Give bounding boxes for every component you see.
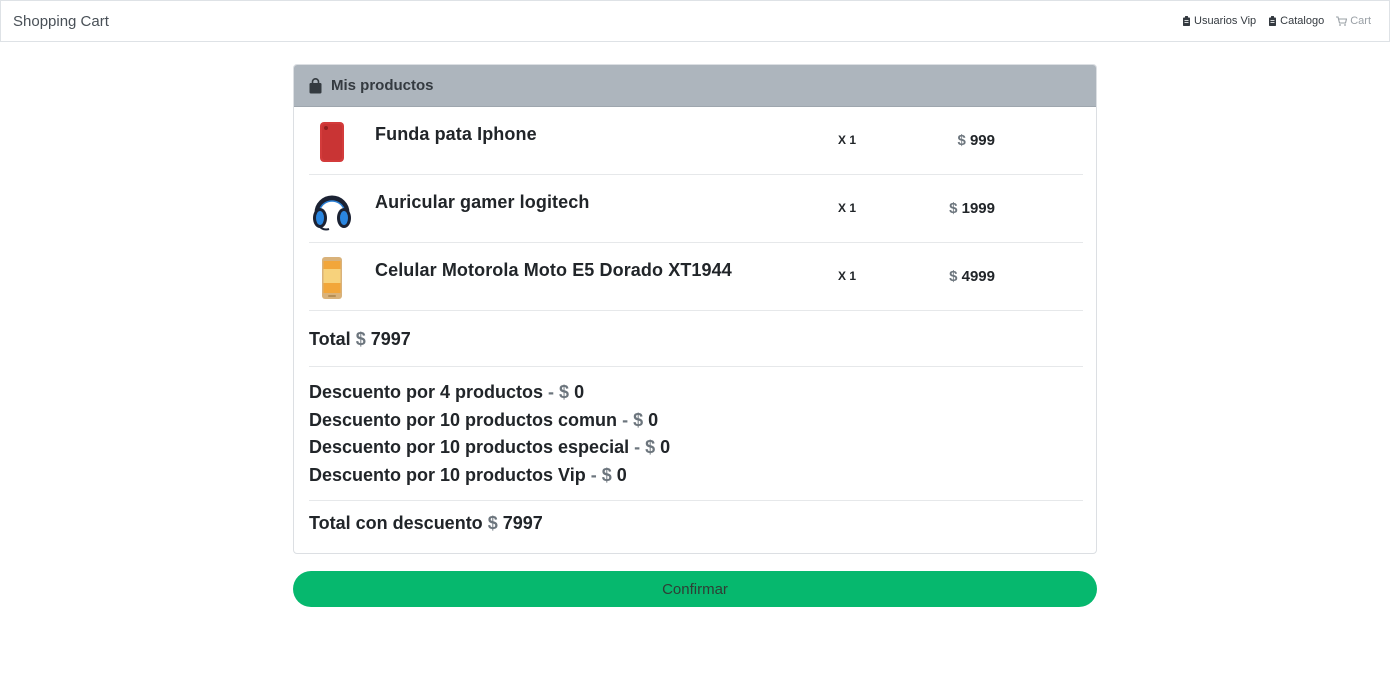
product-name: Funda pata Iphone	[375, 124, 537, 144]
nav-link-label: Cart	[1350, 15, 1371, 27]
red-phone-case-image	[320, 122, 344, 162]
product-price: $ 1999	[949, 200, 995, 217]
total-with-discount-section: Total con descuento $ 7997	[309, 501, 1083, 553]
currency-symbol: $	[957, 132, 966, 149]
product-price: $ 4999	[949, 268, 995, 285]
card-header: Mis productos	[294, 65, 1096, 107]
product-name: Auricular gamer logitech	[375, 192, 590, 212]
total-value: 7997	[370, 329, 411, 349]
gold-smartphone-image	[322, 257, 342, 299]
clipboard-icon	[1269, 16, 1277, 26]
discount-value: 0	[660, 437, 671, 457]
nav-link-label: Usuarios Vip	[1194, 15, 1257, 27]
discount-label: Descuento por 4 productos	[309, 382, 544, 402]
currency-symbol: $	[645, 437, 656, 457]
product-quantity: X 1	[838, 269, 857, 283]
currency-symbol: $	[601, 464, 612, 485]
currency-symbol: $	[559, 382, 570, 402]
discount-line: Descuento por 10 productos Vip - $ 0	[309, 462, 1083, 490]
nav-links: Usuarios Vip Catalogo Cart	[1182, 15, 1371, 27]
total-with-discount-value: 7997	[502, 513, 543, 533]
total-label: Total	[309, 329, 351, 349]
nav-link-usuarios-vip[interactable]: Usuarios Vip	[1182, 15, 1256, 27]
price-value: 4999	[961, 268, 995, 285]
cart-icon	[1336, 16, 1348, 26]
product-name: Celular Motorola Moto E5 Dorado XT1944	[375, 260, 732, 280]
total-with-discount-label: Total con descuento	[309, 513, 483, 533]
navbar: Shopping Cart Usuarios Vip Catalogo Cart	[0, 0, 1390, 42]
currency-symbol: $	[949, 200, 958, 217]
product-quantity: X 1	[838, 201, 857, 215]
currency-symbol: $	[355, 329, 366, 349]
discount-value: 0	[616, 464, 627, 485]
product-list: Funda pata Iphone X 1 $ 999 Auricular ga…	[309, 107, 1083, 311]
discount-value: 0	[574, 382, 585, 402]
shopping-bag-icon	[309, 77, 322, 93]
nav-link-catalogo[interactable]: Catalogo	[1268, 15, 1324, 27]
gaming-headset-image	[313, 195, 351, 231]
discount-value: 0	[648, 409, 659, 430]
discount-label: Descuento por 10 productos comun	[309, 409, 618, 430]
currency-symbol: $	[487, 513, 498, 533]
product-quantity: X 1	[838, 133, 857, 147]
discount-line: Descuento por 10 productos comun - $ 0	[309, 407, 1083, 435]
discount-separator: - $	[590, 464, 612, 485]
total-section: Total $ 7997	[309, 315, 1083, 367]
product-price: $ 999	[957, 132, 995, 149]
discount-separator: - $	[548, 382, 570, 402]
discount-line: Descuento por 4 productos - $ 0	[309, 379, 1083, 407]
nav-link-cart[interactable]: Cart	[1336, 15, 1371, 27]
total-with-discount-line: Total con descuento $ 7997	[309, 513, 543, 534]
currency-symbol: $	[949, 268, 958, 285]
product-row: Auricular gamer logitech X 1 $ 1999	[309, 175, 1083, 243]
confirm-button[interactable]: Confirmar	[293, 571, 1097, 607]
discount-separator: - $	[634, 437, 656, 457]
cart-card: Mis productos Funda pata Iphone X 1 $ 99…	[293, 64, 1097, 554]
clipboard-icon	[1183, 16, 1190, 26]
discount-line: Descuento por 10 productos especial - $ …	[309, 434, 1083, 462]
discounts-section: Descuento por 4 productos - $ 0 Descuent…	[309, 367, 1083, 501]
price-value: 999	[969, 132, 995, 149]
brand-link[interactable]: Shopping Cart	[13, 13, 109, 30]
currency-symbol: $	[633, 409, 644, 430]
discount-label: Descuento por 10 productos Vip	[309, 464, 586, 485]
price-value: 1999	[961, 200, 995, 217]
discount-label: Descuento por 10 productos especial	[309, 437, 630, 457]
product-row: Funda pata Iphone X 1 $ 999	[309, 107, 1083, 175]
total-line: Total $ 7997	[309, 329, 411, 350]
product-row: Celular Motorola Moto E5 Dorado XT1944 X…	[309, 243, 1083, 311]
nav-link-label: Catalogo	[1280, 15, 1325, 27]
discount-separator: - $	[622, 409, 644, 430]
card-title: Mis productos	[331, 77, 434, 94]
